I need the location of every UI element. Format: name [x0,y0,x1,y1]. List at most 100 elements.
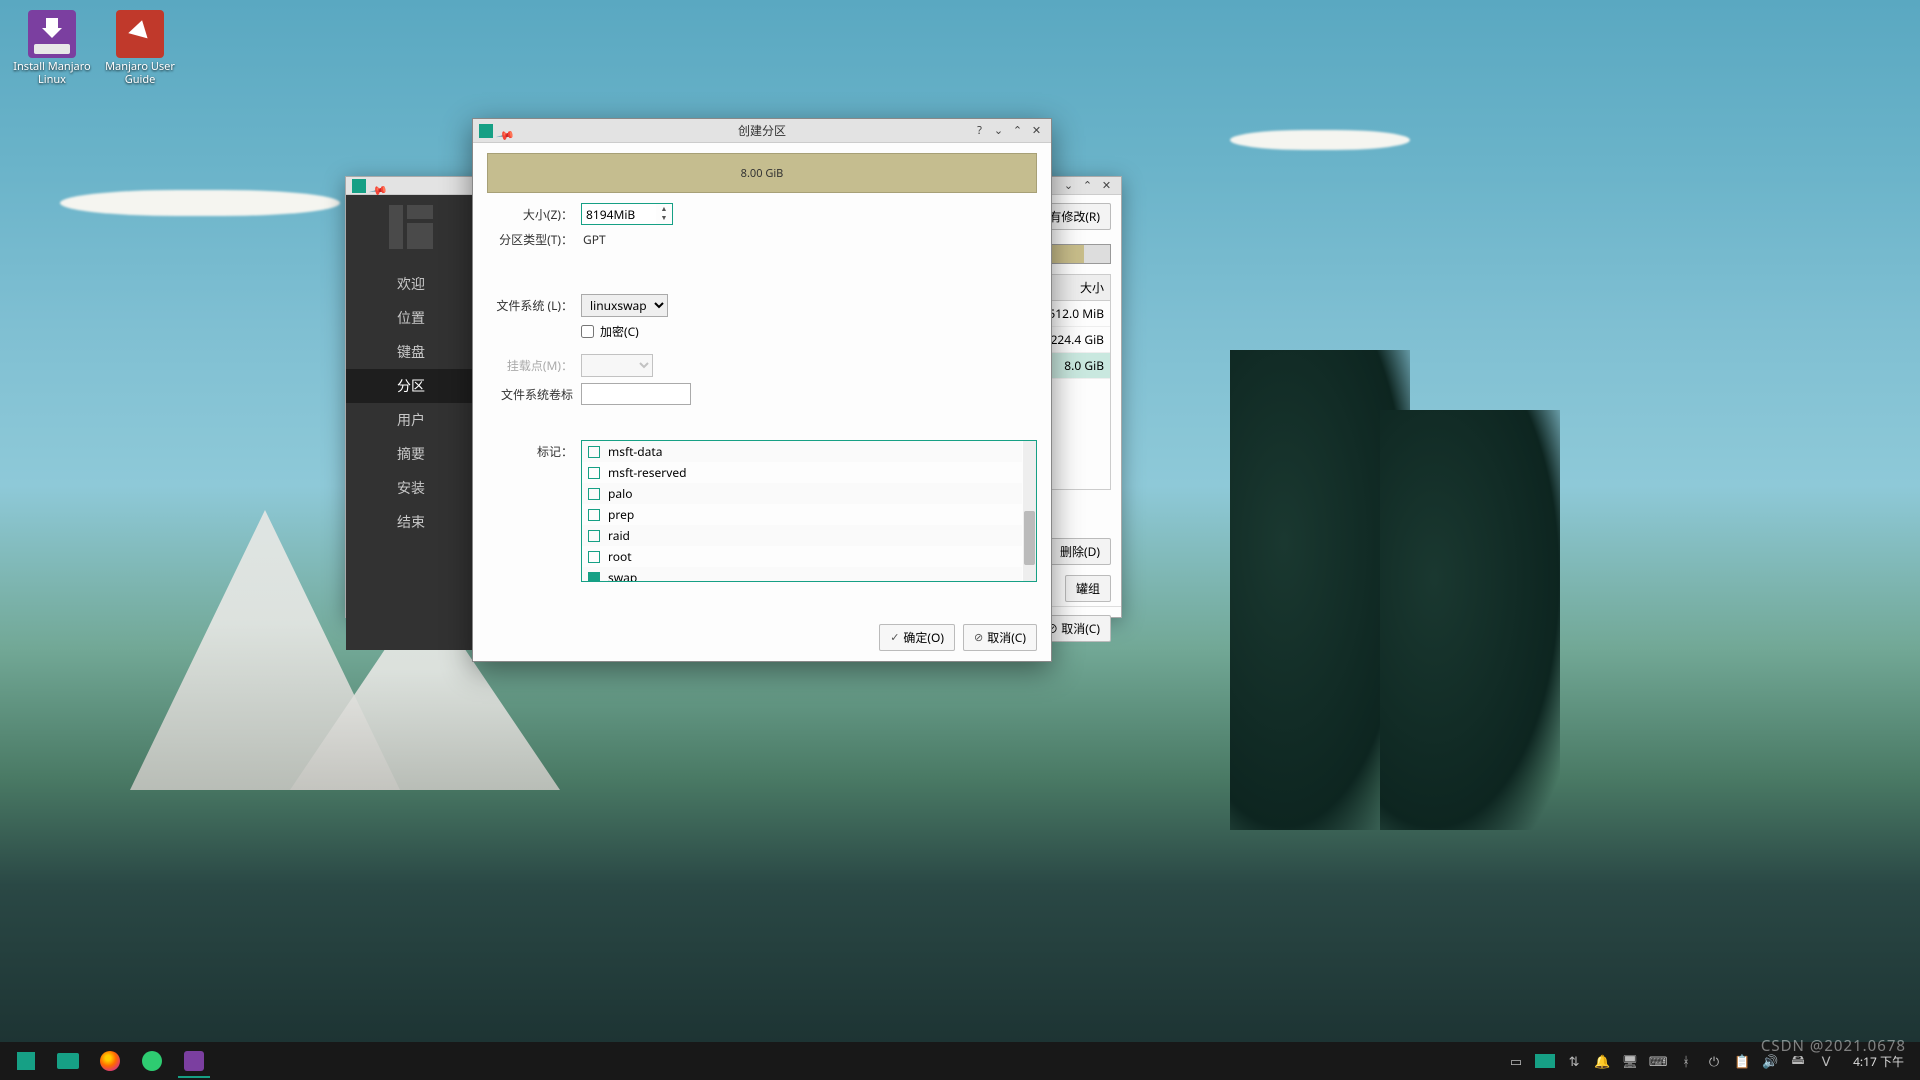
filesystem-select[interactable]: linuxswap [581,294,668,317]
encrypt-checkbox[interactable] [581,325,594,338]
firefox-button[interactable] [90,1044,130,1078]
step-summary[interactable]: 摘要 [346,437,476,471]
flags-label: 标记： [487,443,573,460]
tray-chevron-icon[interactable]: ᐯ [1817,1052,1835,1070]
tray-keyboard-icon[interactable]: ⌨ [1649,1052,1667,1070]
flag-prep[interactable]: prep [582,504,1022,525]
pdf-icon [116,10,164,58]
help-button[interactable]: ? [971,122,988,139]
manjaro-logo-icon [17,1052,35,1070]
flag-label: msft-data [608,443,662,460]
partition-seg-free [1084,245,1110,263]
updates-button[interactable] [132,1044,172,1078]
flag-label: prep [608,506,634,523]
flag-raid[interactable]: raid [582,525,1022,546]
create-partition-dialog: 📌 创建分区 ? ⌄ ⌃ ✕ 8.00 GiB 大小(Z)： ▲ ▼ 分区类型(… [472,118,1052,662]
step-finish[interactable]: 结束 [346,505,476,539]
desktop-icon-label: Manjaro UserGuide [100,60,180,86]
step-install[interactable]: 安装 [346,471,476,505]
pin-icon[interactable]: 📌 [372,179,386,193]
checkbox-icon[interactable] [588,551,600,563]
tray-updates-icon[interactable]: ⇅ [1565,1052,1583,1070]
flag-label: swap [608,569,637,581]
tray-volume-icon[interactable]: 🔊 [1761,1052,1779,1070]
step-partition[interactable]: 分区 [346,369,476,403]
minimize-button[interactable]: ⌄ [990,122,1007,139]
desktop-icon-label: Install ManjaroLinux [12,60,92,86]
check-icon: ✓ [890,630,899,645]
mountpoint-select [581,354,653,377]
volgroup-button[interactable]: 罐组 [1065,575,1111,602]
tray-desktop-pager[interactable] [1535,1054,1555,1068]
folder-icon [57,1053,79,1069]
delete-partition-button[interactable]: 删除(D) [1049,538,1111,565]
installer-icon [184,1051,204,1071]
manjaro-app-icon [479,124,493,138]
flag-root[interactable]: root [582,546,1022,567]
tray-bluetooth-icon[interactable]: ᚼ [1677,1052,1695,1070]
flags-scrollbar[interactable] [1023,441,1036,581]
volume-name-label: 文件系统卷标 [487,386,573,403]
dialog-titlebar[interactable]: 📌 创建分区 ? ⌄ ⌃ ✕ [473,119,1051,143]
maximize-button[interactable]: ⌃ [1009,122,1026,139]
close-button[interactable]: ✕ [1098,177,1115,194]
flag-msft-data[interactable]: msft-data [582,441,1022,462]
taskbar: ▭ ⇅ 🔔 🖥 ⌨ ᚼ ⏻ 📋 🔊 🖴 ᐯ 4:17 下午 [0,1042,1920,1080]
download-icon [142,1051,162,1071]
installer-icon [28,10,76,58]
close-button[interactable]: ✕ [1028,122,1045,139]
checkbox-icon[interactable] [588,530,600,542]
partition-type-label: 分区类型(T)： [487,231,573,248]
mountpoint-label: 挂载点(M)： [487,357,573,374]
maximize-button[interactable]: ⌃ [1079,177,1096,194]
checkbox-icon[interactable] [588,467,600,479]
flag-palo[interactable]: palo [582,483,1022,504]
cancel-icon: ⊘ [974,630,983,645]
scrollbar-thumb[interactable] [1024,511,1035,565]
size-label: 大小(Z)： [487,206,573,223]
step-keyboard[interactable]: 键盘 [346,335,476,369]
tray-power-icon[interactable]: ⏻ [1705,1052,1723,1070]
file-manager-button[interactable] [48,1044,88,1078]
taskbar-clock[interactable]: 4:17 下午 [1853,1053,1904,1070]
tray-display-icon[interactable]: 🖥 [1621,1052,1639,1070]
checkbox-icon[interactable] [588,572,600,582]
flag-msft-reserved[interactable]: msft-reserved [582,462,1022,483]
installer-task-button[interactable] [174,1044,214,1078]
partition-type-value: GPT [581,231,606,248]
spin-down-icon[interactable]: ▼ [657,214,671,223]
flag-label: root [608,548,632,565]
ok-button[interactable]: ✓ 确定(O) [879,624,955,651]
tray-bell-icon[interactable]: 🔔 [1593,1052,1611,1070]
pin-icon[interactable]: 📌 [499,124,513,138]
checkbox-icon[interactable] [588,488,600,500]
dialog-title: 创建分区 [738,122,786,139]
minimize-button[interactable]: ⌄ [1060,177,1077,194]
flag-label: raid [608,527,630,544]
desktop-icon-install-manjaro[interactable]: Install ManjaroLinux [12,10,92,86]
flags-listbox[interactable]: msft-data msft-reservedpalo prep raid root sw… [581,440,1037,582]
volume-name-input[interactable] [581,383,691,405]
checkbox-icon[interactable] [588,509,600,521]
flag-swap[interactable]: swap [582,567,1022,581]
calamares-sidebar: 欢迎 位置 键盘 分区 用户 摘要 安装 结束 [346,195,476,650]
firefox-icon [100,1051,120,1071]
size-preview-label: 8.00 GiB [741,166,784,181]
size-spinbox[interactable]: ▲ ▼ [581,203,673,225]
step-location[interactable]: 位置 [346,301,476,335]
step-welcome[interactable]: 欢迎 [346,267,476,301]
start-menu-button[interactable] [6,1044,46,1078]
cancel-button[interactable]: ⊘ 取消(C) [963,624,1037,651]
manjaro-logo-icon [389,205,433,249]
tray-clipboard-icon[interactable]: 📋 [1733,1052,1751,1070]
desktop-icon-manjaro-guide[interactable]: Manjaro UserGuide [100,10,180,86]
size-input[interactable] [582,204,656,224]
spin-up-icon[interactable]: ▲ [657,205,671,214]
tray-disk-icon[interactable]: 🖴 [1789,1052,1807,1070]
filesystem-label: 文件系统 (L)： [487,297,573,314]
manjaro-app-icon [352,179,366,193]
step-user[interactable]: 用户 [346,403,476,437]
checkbox-icon[interactable] [588,446,600,458]
size-preview-bar[interactable]: 8.00 GiB [487,153,1037,193]
show-desktop-button[interactable]: ▭ [1507,1052,1525,1070]
